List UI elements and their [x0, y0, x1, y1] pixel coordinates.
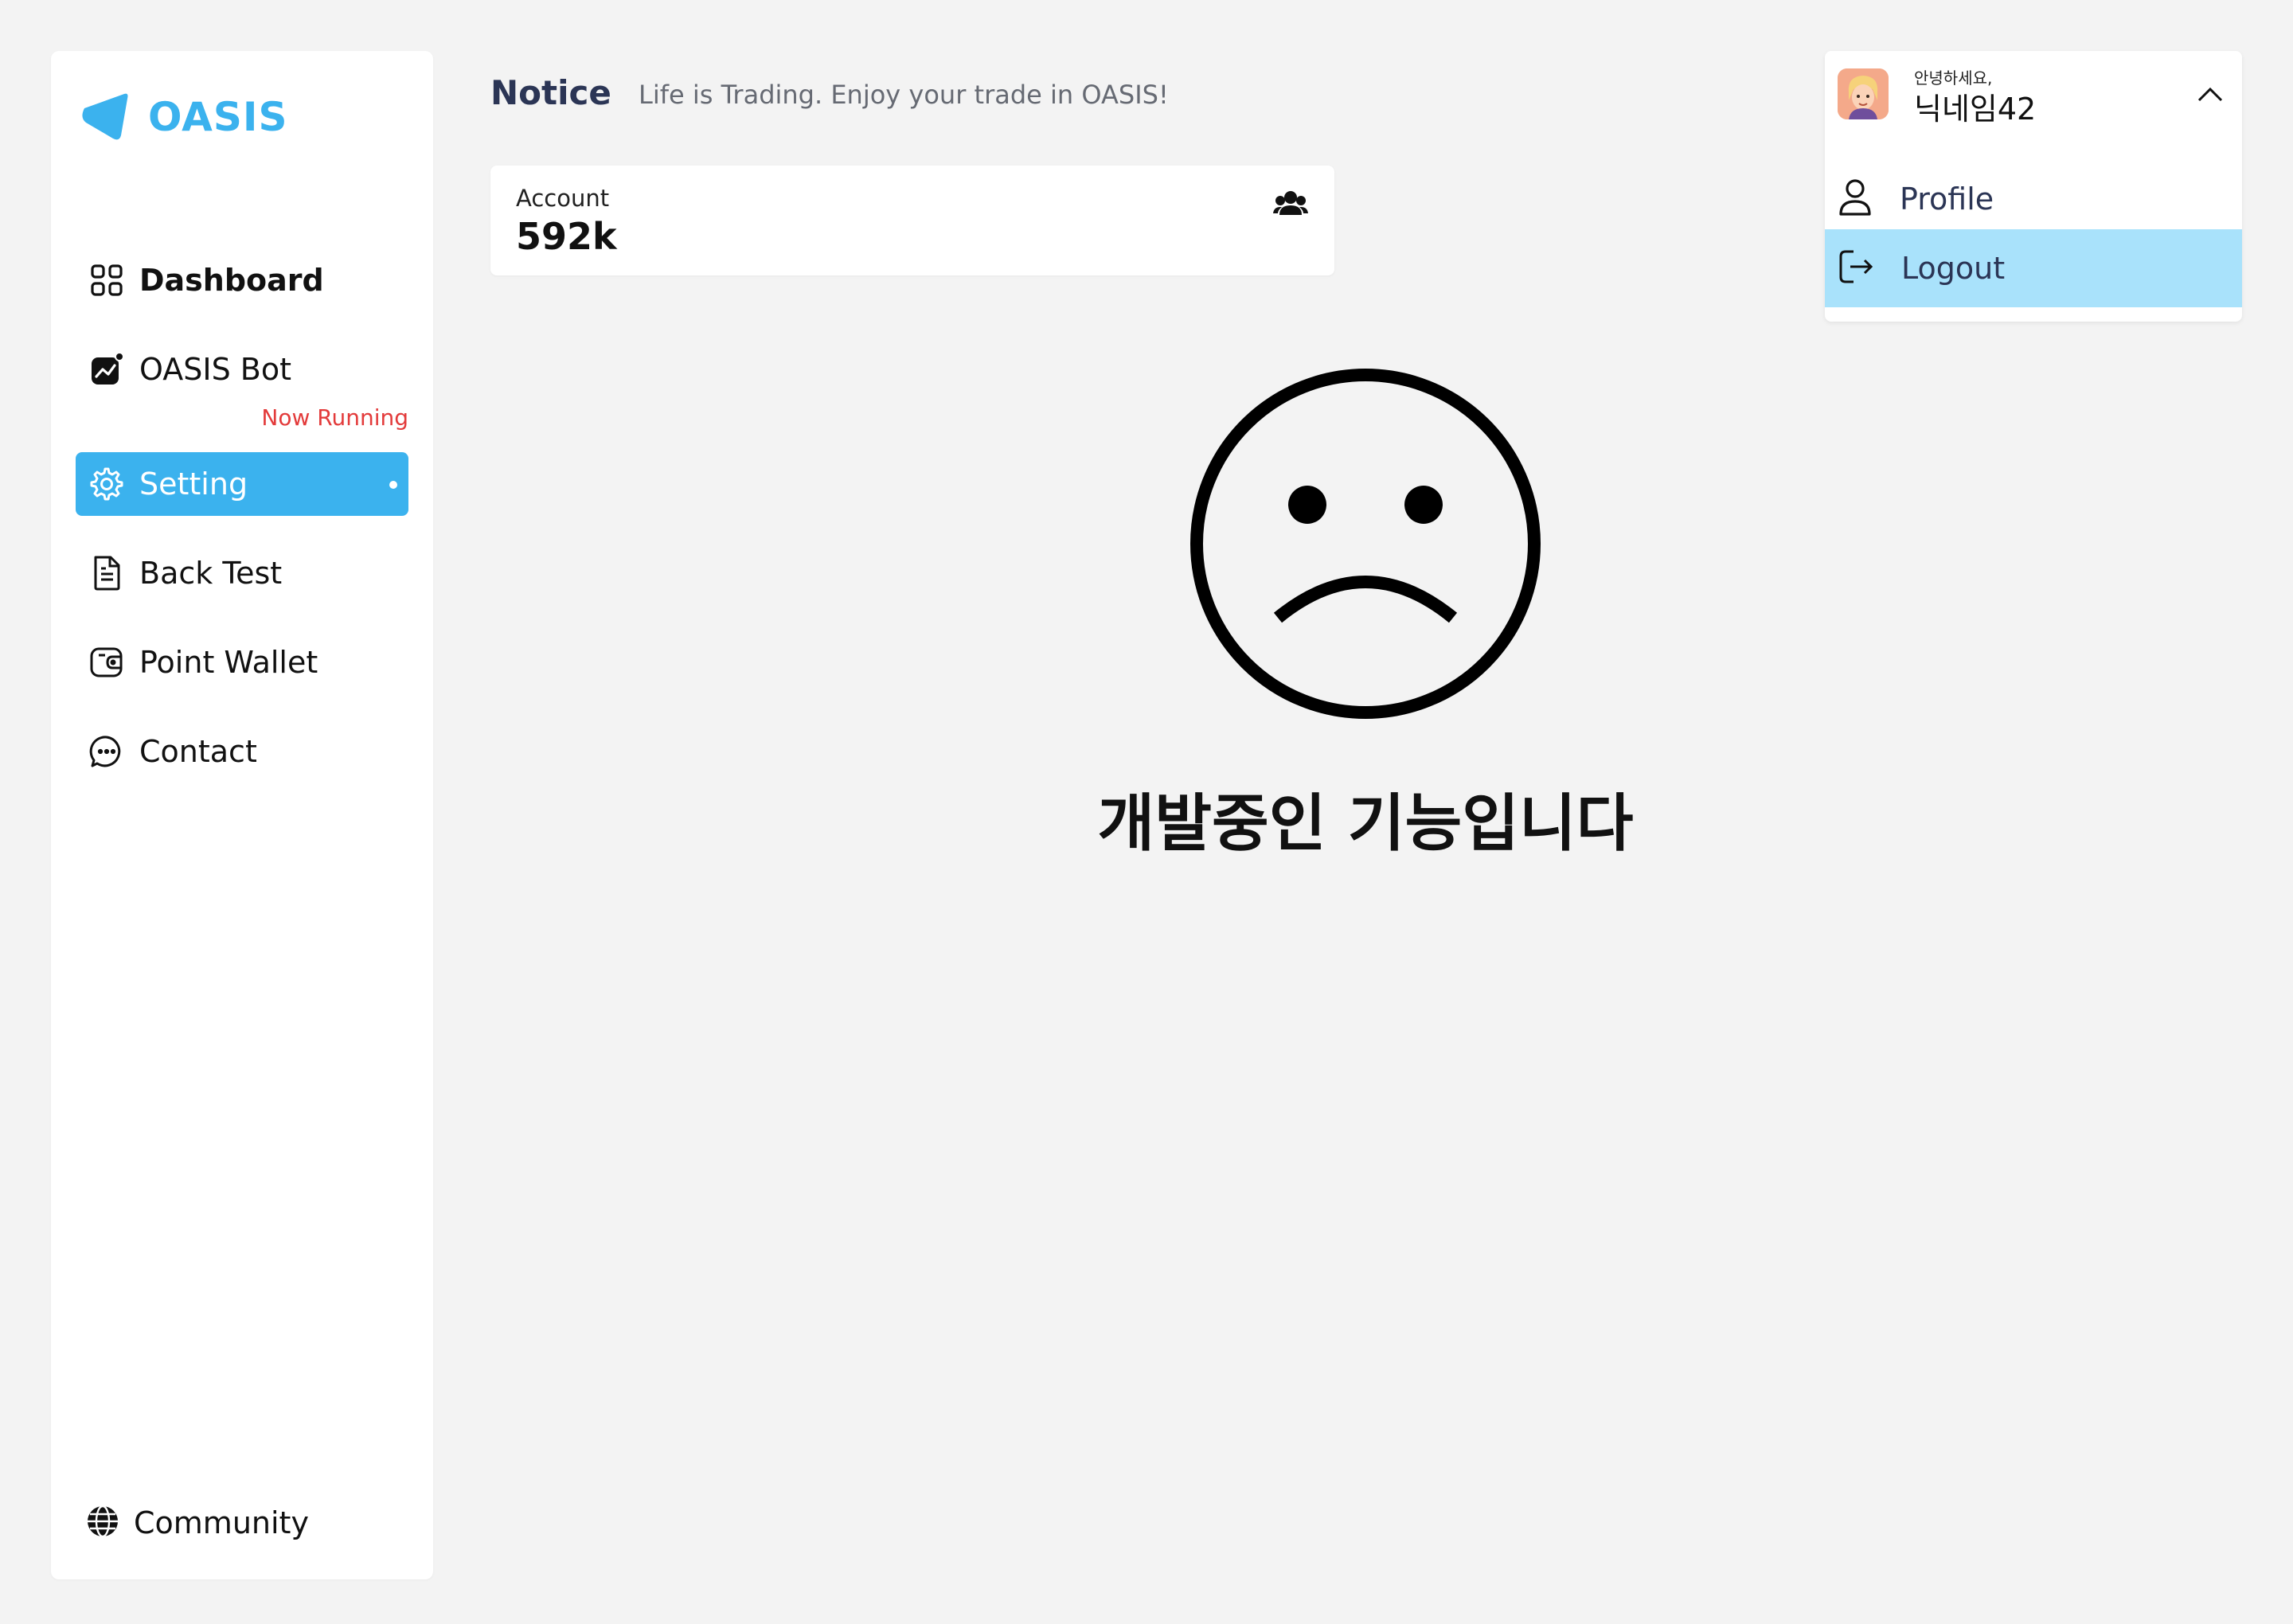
sidebar-item-label: OASIS Bot — [139, 352, 291, 387]
sidebar-item-label: Point Wallet — [139, 645, 318, 680]
chart-badge-icon — [88, 351, 125, 388]
sidebar-item-label: Community — [134, 1505, 309, 1540]
sidebar-item-label: Dashboard — [139, 263, 324, 298]
sidebar-item-contact[interactable]: Contact — [76, 720, 408, 783]
logout-icon — [1838, 248, 1874, 288]
sidebar-item-label: Setting — [139, 467, 248, 502]
account-value: 592k — [516, 215, 617, 258]
logo[interactable]: OASIS — [78, 91, 287, 143]
user-nickname: 닉네임42 — [1914, 92, 2037, 127]
chat-bubble-icon — [88, 733, 125, 770]
notice-title: Notice — [490, 73, 611, 112]
avatar — [1838, 68, 1889, 119]
sidebar-item-community[interactable]: Community — [86, 1505, 309, 1541]
sidebar-item-label: Contact — [139, 734, 257, 769]
sidebar-item-back-test[interactable]: Back Test — [76, 541, 408, 605]
menu-item-logout[interactable]: Logout — [1825, 229, 2242, 307]
active-indicator-dot — [389, 481, 397, 489]
sidebar: OASIS Dashboard OASIS Bot Now Running Se… — [51, 51, 433, 1579]
sad-face-icon — [1190, 369, 1541, 719]
users-icon — [1273, 191, 1308, 215]
gear-icon — [88, 466, 125, 502]
app-root: OASIS Dashboard OASIS Bot Now Running Se… — [0, 0, 2293, 1624]
sidebar-item-label: Back Test — [139, 556, 283, 591]
bot-status-text: Now Running — [261, 404, 408, 431]
wallet-icon — [88, 644, 125, 681]
user-dropdown-header[interactable]: 안녕하세요, 닉네임42 — [1825, 51, 2242, 145]
menu-item-label: Logout — [1901, 251, 2006, 286]
grid-icon — [88, 262, 125, 299]
account-card: Account 592k — [490, 166, 1334, 275]
sidebar-item-oasis-bot[interactable]: OASIS Bot — [76, 338, 408, 401]
menu-item-profile[interactable]: Profile — [1825, 159, 2242, 239]
person-icon — [1838, 178, 1873, 221]
sidebar-item-setting[interactable]: Setting — [76, 452, 408, 516]
menu-item-label: Profile — [1900, 182, 1994, 217]
sidebar-nav: Dashboard OASIS Bot Now Running Setting … — [76, 248, 408, 809]
under-development-message: 개발중인 기능입니다 — [1097, 788, 1634, 860]
notice-text: Life is Trading. Enjoy your trade in OAS… — [639, 80, 1169, 110]
logo-text: OASIS — [148, 94, 288, 140]
sidebar-item-dashboard[interactable]: Dashboard — [76, 248, 408, 312]
chevron-up-icon[interactable] — [2196, 83, 2225, 105]
sidebar-item-point-wallet[interactable]: Point Wallet — [76, 630, 408, 694]
user-dropdown: 안녕하세요, 닉네임42 Profile Logout — [1825, 51, 2242, 322]
document-icon — [88, 555, 125, 591]
globe-icon — [86, 1505, 119, 1541]
account-label: Account — [516, 185, 610, 212]
logo-icon — [82, 93, 128, 140]
